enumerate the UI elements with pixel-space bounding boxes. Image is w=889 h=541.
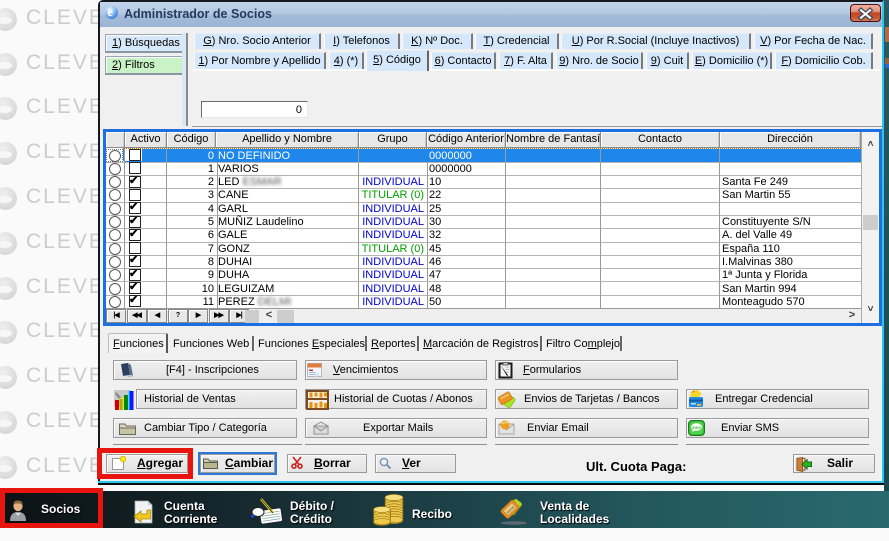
svg-text:sms: sms	[692, 425, 702, 430]
